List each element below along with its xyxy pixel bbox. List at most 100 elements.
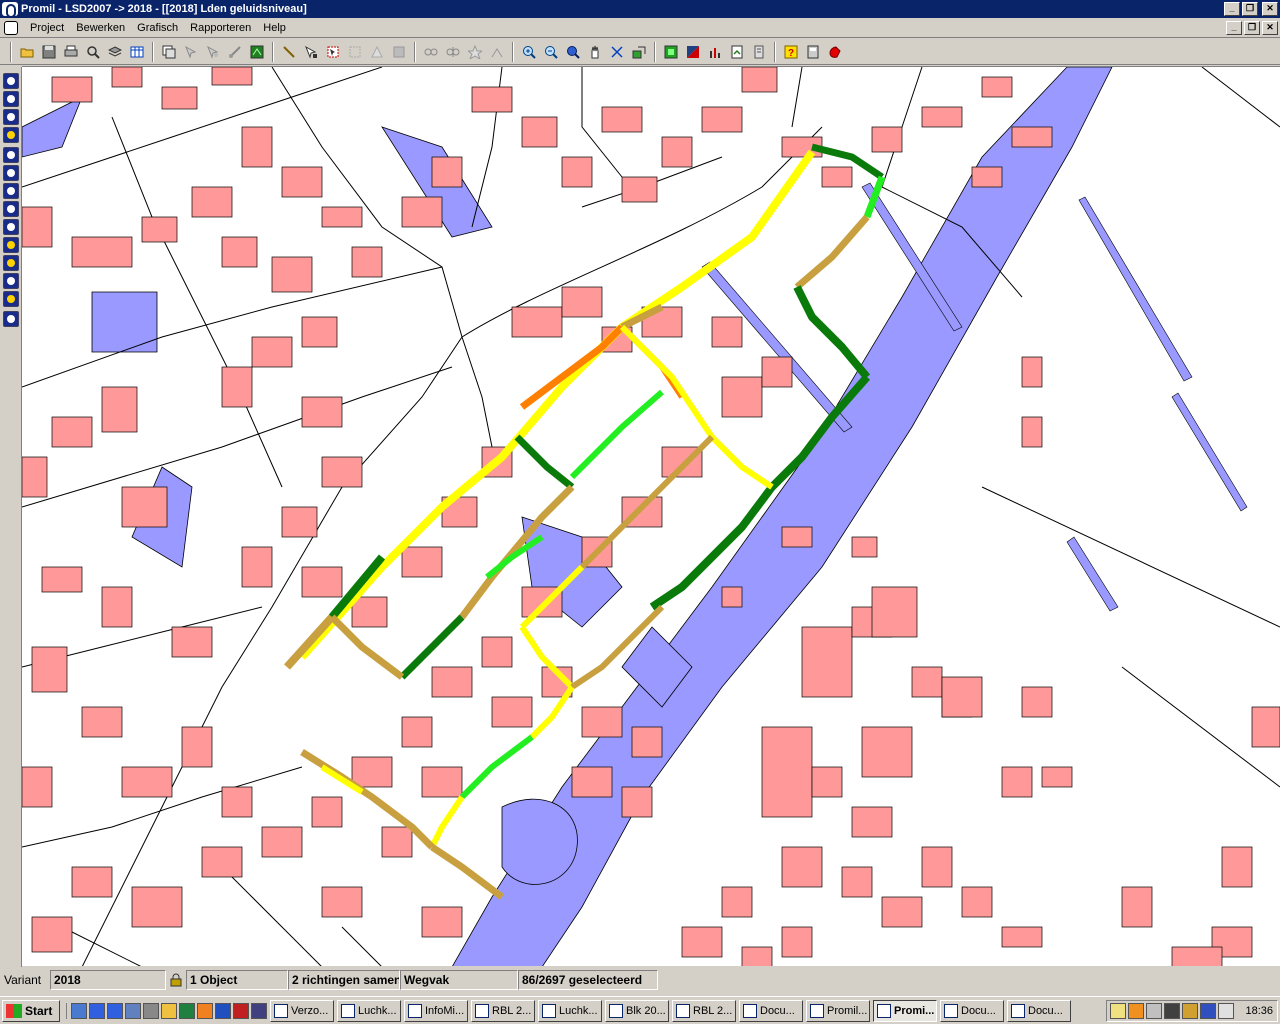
taskbar-item[interactable]: RBL 2...	[672, 999, 736, 1022]
promil-app-icon[interactable]	[2, 2, 18, 18]
network-icon[interactable]	[1128, 1003, 1144, 1019]
layer-toggle-icon[interactable]	[3, 109, 19, 125]
lock-icon[interactable]	[166, 970, 186, 990]
layer-toggle-icon[interactable]	[3, 165, 19, 181]
search-icon[interactable]	[125, 1002, 141, 1019]
device-icon[interactable]	[1164, 1003, 1180, 1019]
menu-rapporteren[interactable]: Rapporteren	[184, 20, 257, 36]
layer-toggle-icon[interactable]	[3, 183, 19, 199]
restore-button[interactable]: ❐	[1242, 2, 1258, 16]
save-icon[interactable]	[38, 41, 60, 63]
print-icon[interactable]	[60, 41, 82, 63]
zoom-window-icon[interactable]	[606, 41, 628, 63]
export-icon[interactable]	[748, 41, 770, 63]
taskbar-item[interactable]: Docu...	[739, 999, 803, 1022]
window-icon	[408, 1003, 422, 1018]
taskbar-clock[interactable]: 18:36	[1245, 1005, 1273, 1017]
taskbar-item[interactable]: InfoMi...	[404, 999, 468, 1022]
map-svg[interactable]	[22, 67, 1280, 966]
taskbar-item-active[interactable]: Promi...	[873, 999, 937, 1022]
draw-line-icon[interactable]	[278, 41, 300, 63]
close-button[interactable]: ✕	[1262, 2, 1278, 16]
layer-toggle-icon[interactable]	[3, 127, 19, 143]
zoom-extent-icon[interactable]	[562, 41, 584, 63]
layer-toggle-icon[interactable]	[3, 147, 19, 163]
app-icon[interactable]	[251, 1002, 267, 1019]
layer-toggle-icon[interactable]	[3, 201, 19, 217]
taskbar-item[interactable]: Docu...	[940, 999, 1004, 1022]
lock-icon[interactable]	[1182, 1003, 1198, 1019]
desktop-icon[interactable]	[71, 1002, 87, 1019]
layers-icon[interactable]	[104, 41, 126, 63]
minimize-button[interactable]: _	[1224, 2, 1240, 16]
map-canvas[interactable]	[22, 66, 1280, 966]
taskbar-item[interactable]: Luchk...	[337, 999, 401, 1022]
security-icon[interactable]	[1146, 1003, 1162, 1019]
open-folder-icon[interactable]	[16, 41, 38, 63]
layer-toggle-icon[interactable]	[3, 91, 19, 107]
doc-restore-button[interactable]: ❐	[1244, 21, 1260, 35]
monitor-icon[interactable]	[1200, 1003, 1216, 1019]
folder-icon[interactable]	[161, 1002, 177, 1019]
menu-help[interactable]: Help	[257, 20, 292, 36]
select-object-icon[interactable]	[322, 41, 344, 63]
extend-icon[interactable]	[486, 41, 508, 63]
square-icon[interactable]	[388, 41, 410, 63]
zoom-out-icon[interactable]	[540, 41, 562, 63]
table-icon[interactable]	[126, 41, 148, 63]
layer-toggle-icon[interactable]	[3, 291, 19, 307]
menu-grafisch[interactable]: Grafisch	[131, 20, 184, 36]
internet-explorer-icon[interactable]	[89, 1002, 105, 1019]
taskbar-item[interactable]: Verzo...	[270, 999, 334, 1022]
calculator-icon[interactable]	[802, 41, 824, 63]
taskbar-item[interactable]: Promil...	[806, 999, 870, 1022]
document-icon[interactable]	[4, 20, 18, 35]
layer-toggle-icon[interactable]	[3, 237, 19, 253]
zoom-in-icon[interactable]	[518, 41, 540, 63]
outlook-icon[interactable]	[197, 1002, 213, 1019]
help-icon[interactable]: ?	[780, 41, 802, 63]
layer-toggle-icon[interactable]	[3, 73, 19, 89]
computer-icon[interactable]	[143, 1002, 159, 1019]
taskbar-item[interactable]: Docu...	[1007, 999, 1071, 1022]
pan-hand-icon[interactable]	[584, 41, 606, 63]
taskbar-item[interactable]: Blk 20...	[605, 999, 669, 1022]
link-icon[interactable]	[420, 41, 442, 63]
excel-icon[interactable]	[179, 1002, 195, 1019]
chart-icon[interactable]	[704, 41, 726, 63]
rectangle-icon[interactable]	[344, 41, 366, 63]
report-icon[interactable]	[726, 41, 748, 63]
app-icon[interactable]	[233, 1002, 249, 1019]
copy-map-icon[interactable]	[158, 41, 180, 63]
find-icon[interactable]	[82, 41, 104, 63]
exit-icon[interactable]	[824, 41, 846, 63]
taskbar-item[interactable]: Luchk...	[538, 999, 602, 1022]
layer-toggle-icon[interactable]	[3, 273, 19, 289]
internet-explorer-icon[interactable]	[107, 1002, 123, 1019]
menu-bewerken[interactable]: Bewerken	[70, 20, 131, 36]
layer-toggle-icon[interactable]	[3, 255, 19, 271]
select-area-icon[interactable]	[202, 41, 224, 63]
measure-icon[interactable]	[224, 41, 246, 63]
menu-project[interactable]: Project	[24, 20, 70, 36]
map-icon[interactable]	[246, 41, 268, 63]
layer-toggle-icon[interactable]	[3, 311, 19, 327]
taskbar-item[interactable]: RBL 2...	[471, 999, 535, 1022]
layer-toggle-icon[interactable]	[3, 219, 19, 235]
calc-noise-icon[interactable]	[660, 41, 682, 63]
edit-node-icon[interactable]	[300, 41, 322, 63]
word-icon[interactable]	[215, 1002, 231, 1019]
start-button[interactable]: Start	[2, 999, 60, 1022]
mail-icon[interactable]	[1110, 1003, 1126, 1019]
variant-field[interactable]: 2018	[50, 970, 166, 990]
volume-icon[interactable]	[1218, 1003, 1234, 1019]
doc-close-button[interactable]: ✕	[1262, 21, 1278, 35]
title-bar[interactable]: Promil - LSD2007 -> 2018 - [[2018] Lden …	[0, 0, 1280, 18]
star-icon[interactable]	[464, 41, 486, 63]
unlink-icon[interactable]	[442, 41, 464, 63]
doc-minimize-button[interactable]: _	[1226, 21, 1242, 35]
select-point-icon[interactable]	[180, 41, 202, 63]
redraw-icon[interactable]	[628, 41, 650, 63]
legend-icon[interactable]	[682, 41, 704, 63]
triangle-icon[interactable]	[366, 41, 388, 63]
